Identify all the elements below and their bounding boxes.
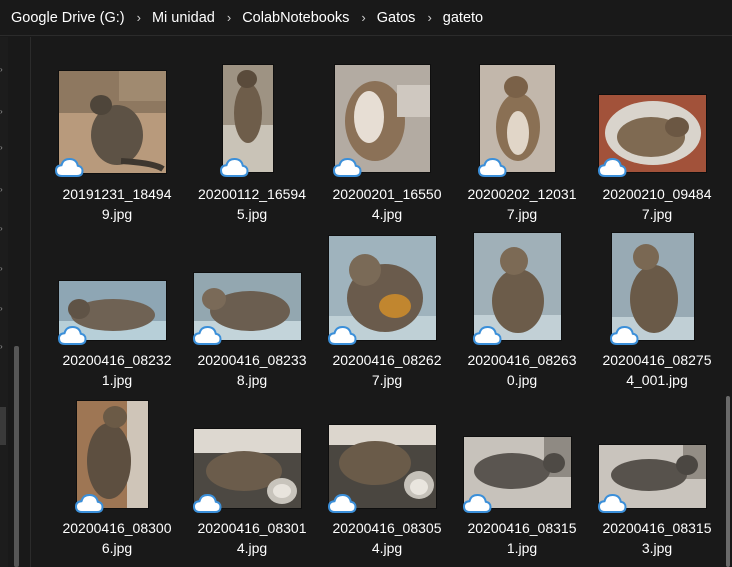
file-name-line: 20200416_08263 (467, 352, 577, 368)
cloud-icon (219, 157, 249, 177)
file-name-line: 7.jpg (371, 372, 403, 388)
file-item[interactable]: 20200416_08262 7.jpg (324, 232, 450, 392)
file-name-line: 20200202_12031 (467, 186, 577, 202)
cloud-icon (609, 325, 639, 345)
file-name-line: 20200416_08315 (467, 520, 577, 536)
file-name-line: 20200416_08301 (197, 520, 307, 536)
cloud-icon (327, 493, 357, 513)
cloud-icon (477, 157, 507, 177)
file-name-line: 20200416_08315 (602, 520, 712, 536)
file-item[interactable]: 20200201_16550 4.jpg (324, 64, 450, 224)
cloud-icon (597, 157, 627, 177)
file-name-line: 20200416_08275 (602, 352, 712, 368)
cloud-icon (192, 493, 222, 513)
nav-selection-marker (0, 407, 6, 445)
breadcrumb-separator[interactable]: › (137, 10, 141, 25)
breadcrumb-separator[interactable]: › (427, 10, 431, 25)
file-name-line: 1.jpg (506, 540, 538, 556)
chevron-right-icon[interactable]: › (0, 265, 4, 273)
file-item[interactable]: 20200416_08301 4.jpg (189, 400, 315, 560)
breadcrumb-separator[interactable]: › (361, 10, 365, 25)
file-item[interactable]: 20200416_08232 1.jpg (54, 232, 180, 392)
file-item[interactable]: 20200416_08275 4_001.jpg (594, 232, 720, 392)
cloud-icon (57, 325, 87, 345)
file-name-line: 20191231_18494 (62, 186, 172, 202)
cloud-icon (74, 493, 104, 513)
vertical-scrollbar[interactable] (726, 396, 730, 567)
file-item[interactable]: 20200416_08305 4.jpg (324, 400, 450, 560)
cloud-icon (332, 157, 362, 177)
cloud-icon (597, 493, 627, 513)
file-name-line: 20200416_08305 (332, 520, 442, 536)
cloud-icon (327, 325, 357, 345)
cloud-icon (54, 157, 84, 177)
file-item[interactable]: 20200202_12031 7.jpg (459, 64, 585, 224)
file-name-line: 4.jpg (371, 540, 403, 556)
file-name-line: 6.jpg (101, 540, 133, 556)
file-item[interactable]: 20200416_08233 8.jpg (189, 232, 315, 392)
breadcrumb-colabnotebooks[interactable]: ColabNotebooks (242, 10, 349, 26)
breadcrumb-google-drive[interactable]: Google Drive (G:) (11, 10, 125, 26)
chevron-right-icon[interactable]: › (0, 108, 4, 116)
chevron-right-icon[interactable]: › (0, 66, 4, 74)
cloud-icon (472, 325, 502, 345)
cloud-icon (462, 493, 492, 513)
cloud-icon (192, 325, 222, 345)
file-item[interactable]: 20200416_08315 3.jpg (594, 400, 720, 560)
file-name-line: 5.jpg (236, 206, 268, 222)
file-name-line: 20200416_08262 (332, 352, 442, 368)
file-item[interactable]: 20200416_08263 0.jpg (459, 232, 585, 392)
breadcrumb: Google Drive (G:) › Mi unidad › ColabNot… (0, 0, 732, 36)
file-name-line: 20200112_16594 (198, 186, 306, 202)
file-name-line: 7.jpg (641, 206, 673, 222)
breadcrumb-gatos[interactable]: Gatos (377, 10, 416, 26)
file-name-line: 4.jpg (371, 206, 403, 222)
file-name-line: 20200416_08232 (62, 352, 172, 368)
pane-divider[interactable] (30, 37, 31, 567)
file-name-line: 8.jpg (236, 372, 268, 388)
file-name-line: 20200201_16550 (332, 186, 442, 202)
file-name-line: 4_001.jpg (626, 372, 688, 388)
chevron-right-icon[interactable]: › (0, 186, 4, 194)
file-item[interactable]: 20200210_09484 7.jpg (594, 64, 720, 224)
file-name-line: 20200416_08233 (197, 352, 307, 368)
breadcrumb-gateto[interactable]: gateto (443, 10, 483, 26)
file-item[interactable]: 20200416_08315 1.jpg (459, 400, 585, 560)
nav-scrollbar[interactable] (14, 346, 19, 567)
breadcrumb-mi-unidad[interactable]: Mi unidad (152, 10, 215, 26)
file-name-line: 7.jpg (506, 206, 538, 222)
file-name-line: 0.jpg (506, 372, 538, 388)
file-item[interactable]: 20191231_18494 9.jpg (54, 64, 180, 224)
file-name-line: 20200416_08300 (62, 520, 172, 536)
file-name-line: 3.jpg (641, 540, 673, 556)
file-item[interactable]: 20200416_08300 6.jpg (54, 400, 180, 560)
file-name-line: 9.jpg (101, 206, 133, 222)
file-name-line: 20200210_09484 (602, 186, 712, 202)
breadcrumb-separator[interactable]: › (227, 10, 231, 25)
file-name-line: 4.jpg (236, 540, 268, 556)
chevron-right-icon[interactable]: › (0, 305, 4, 313)
chevron-right-icon[interactable]: › (0, 144, 4, 152)
navigation-pane[interactable]: › › › › › › › › (0, 37, 8, 567)
chevron-right-icon[interactable]: › (0, 225, 4, 233)
file-name-line: 1.jpg (101, 372, 133, 388)
file-item[interactable]: 20200112_16594 5.jpg (189, 64, 315, 224)
chevron-right-icon[interactable]: › (0, 343, 4, 351)
